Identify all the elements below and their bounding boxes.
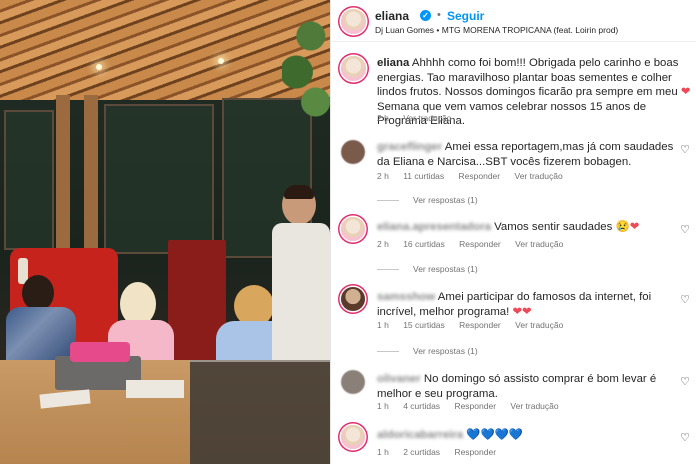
pink-decoration: [70, 342, 130, 362]
caption-translate-link[interactable]: Ver tradução: [403, 113, 451, 123]
glass-box: [190, 360, 330, 464]
view-replies-button[interactable]: Ver respostas (1): [377, 195, 478, 205]
translate-link[interactable]: Ver tradução: [515, 320, 563, 330]
separator-dot: •: [437, 9, 441, 21]
comment-likes[interactable]: 4 curtidas: [403, 401, 440, 411]
comment-time: 1 h: [377, 320, 389, 330]
reply-button[interactable]: Responder: [454, 401, 496, 411]
comment-avatar[interactable]: [341, 287, 365, 311]
like-heart-icon[interactable]: ♡: [679, 144, 691, 156]
comment-likes[interactable]: 2 curtidas: [403, 447, 440, 457]
caption-avatar[interactable]: [341, 56, 366, 81]
like-heart-icon[interactable]: ♡: [679, 376, 691, 388]
comment-text: eliana.apresentadora Vamos sentir saudad…: [377, 220, 677, 235]
comment-meta: 2 h 16 curtidas Responder Ver tradução: [377, 239, 575, 249]
like-heart-icon[interactable]: ♡: [679, 432, 691, 444]
comment-meta: 2 h 11 curtidas Responder Ver tradução: [377, 171, 575, 181]
reply-button[interactable]: Responder: [459, 320, 501, 330]
comment-avatar[interactable]: [341, 140, 365, 164]
reply-button[interactable]: Responder: [454, 447, 496, 457]
glass-window: [104, 104, 214, 254]
profile-avatar[interactable]: [341, 9, 366, 34]
comment-avatar[interactable]: [341, 217, 365, 241]
reply-button[interactable]: Responder: [459, 239, 501, 249]
paper-note: [126, 380, 184, 398]
ceiling-light: [218, 58, 224, 64]
follow-button[interactable]: Seguir: [447, 9, 484, 23]
comment-text: graceflinger Amei essa reportagem,mas já…: [377, 140, 677, 169]
comment-body: Vamos sentir saudades: [494, 221, 613, 233]
comment-avatar[interactable]: [341, 370, 365, 394]
plant: [282, 0, 330, 120]
caption-username[interactable]: eliana: [377, 57, 409, 69]
comment-text: aldoricabarreira 💙💙💙💙: [377, 428, 677, 443]
comment-time: 1 h: [377, 401, 389, 411]
comment-username[interactable]: graceflinger: [377, 140, 442, 155]
ceiling-light: [96, 64, 102, 70]
comment-likes[interactable]: 15 curtidas: [403, 320, 445, 330]
audio-track[interactable]: Dj Luan Gomes • MTG MORENA TROPICANA (fe…: [375, 25, 618, 35]
comment-time: 2 h: [377, 171, 389, 181]
translate-link[interactable]: Ver tradução: [515, 239, 563, 249]
comment-text: samsshow Amei participar do famosos da i…: [377, 290, 675, 319]
comment-meta: 1 h 15 curtidas Responder Ver tradução: [377, 320, 575, 330]
like-heart-icon[interactable]: ♡: [679, 224, 691, 236]
comment-meta: 1 h 2 curtidas Responder: [377, 447, 508, 457]
comment-time: 2 h: [377, 239, 389, 249]
comment-username[interactable]: samsshow: [377, 290, 435, 305]
comments-panel: eliana ✓ • Seguir Dj Luan Gomes • MTG MO…: [330, 0, 696, 464]
emoji: ❤❤: [512, 305, 532, 318]
comment-likes[interactable]: 11 curtidas: [403, 171, 444, 181]
emoji: 💙💙💙💙: [466, 429, 524, 441]
comment-time: 1 h: [377, 447, 389, 457]
post-header: eliana ✓ • Seguir Dj Luan Gomes • MTG MO…: [331, 0, 696, 42]
caption-meta: 2 h Ver tradução: [377, 113, 463, 123]
translate-link[interactable]: Ver tradução: [510, 401, 558, 411]
comment-text: olivaner No domingo só assisto comprar é…: [377, 372, 677, 401]
caption-time: 2 h: [377, 113, 389, 123]
post-photo: [0, 0, 330, 464]
post-username[interactable]: eliana: [375, 9, 409, 23]
verified-badge-icon: ✓: [420, 10, 431, 21]
caption-body: Ahhhh como foi bom!!! Obrigada pelo cari…: [377, 57, 679, 98]
heart-emoji: ❤: [680, 86, 691, 98]
glass-window: [4, 110, 54, 250]
translate-link[interactable]: Ver tradução: [515, 171, 563, 181]
comment-username[interactable]: eliana.apresentadora: [377, 220, 491, 235]
reply-button[interactable]: Responder: [459, 171, 501, 181]
comment-likes[interactable]: 16 curtidas: [403, 239, 445, 249]
emoji: 😢❤: [615, 221, 640, 233]
person-standing: [272, 185, 330, 365]
view-replies-button[interactable]: Ver respostas (1): [377, 264, 478, 274]
comment-avatar[interactable]: [341, 425, 365, 449]
comment-username[interactable]: olivaner: [377, 372, 421, 387]
comment-meta: 1 h 4 curtidas Responder Ver tradução: [377, 401, 571, 411]
comment-username[interactable]: aldoricabarreira: [377, 428, 463, 443]
wooden-ceiling: [0, 0, 330, 112]
view-replies-button[interactable]: Ver respostas (1): [377, 346, 478, 356]
person-left: [6, 275, 76, 365]
like-heart-icon[interactable]: ♡: [679, 294, 691, 306]
